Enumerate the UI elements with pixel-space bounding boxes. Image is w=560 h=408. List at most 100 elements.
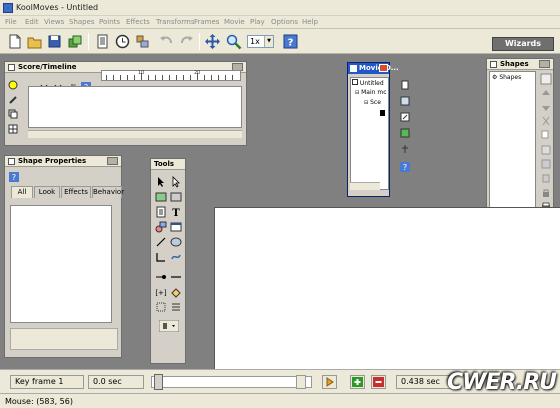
line-icon[interactable]: [155, 236, 167, 248]
menu-play[interactable]: Play: [250, 18, 265, 26]
time-start: 0.0 sec: [88, 375, 144, 389]
lock-icon[interactable]: [540, 187, 552, 199]
chevron-down-icon[interactable]: ▼: [264, 36, 273, 47]
frame-icon[interactable]: [380, 110, 385, 118]
clock-icon[interactable]: [8, 80, 18, 90]
properties-list[interactable]: [10, 205, 112, 323]
tree-node-scene[interactable]: ⊟ Sce: [364, 99, 381, 106]
green-export-icon[interactable]: [400, 128, 410, 138]
wizards-tab[interactable]: Wizards: [492, 37, 554, 51]
freehand-icon[interactable]: [170, 251, 182, 263]
new-file-icon[interactable]: [6, 33, 23, 50]
help-icon[interactable]: ?: [282, 33, 299, 50]
copy-icon[interactable]: [540, 129, 552, 141]
save-icon[interactable]: [46, 33, 63, 50]
tab-effects[interactable]: Effects: [61, 186, 91, 198]
close-icon[interactable]: [379, 64, 388, 72]
arrow-down-icon[interactable]: [540, 101, 552, 113]
open-folder-icon[interactable]: [26, 33, 43, 50]
select-arrow-icon[interactable]: [155, 176, 167, 188]
play-button[interactable]: [322, 375, 337, 389]
copy-icon[interactable]: [8, 109, 18, 119]
mouse-position: Mouse: (583, 56): [5, 397, 73, 406]
align-icon[interactable]: [170, 301, 182, 313]
list-item[interactable]: ⚙ Shapes: [492, 74, 521, 81]
redo-icon[interactable]: [178, 33, 195, 50]
remove-point-icon[interactable]: [170, 271, 182, 283]
menu-edit[interactable]: Edit: [25, 18, 39, 26]
save-icon[interactable]: [540, 158, 552, 170]
menu-options[interactable]: Options: [271, 18, 298, 26]
menu-help[interactable]: Help: [302, 18, 318, 26]
tab-look[interactable]: Look: [34, 186, 60, 198]
movie-tree[interactable]: Untitled ⊟ Main mc ⊟ Sce: [350, 77, 389, 190]
timeline-ruler[interactable]: 10 20: [101, 70, 241, 81]
tree-icon[interactable]: [400, 144, 410, 154]
tree-scrollbar[interactable]: [350, 182, 380, 190]
document-icon[interactable]: [94, 33, 111, 50]
shapes-panel: Shapes ⚙ Shapes: [486, 58, 554, 215]
list-icon[interactable]: [400, 96, 410, 106]
shapes-icon[interactable]: [155, 221, 167, 233]
undo-icon[interactable]: [158, 33, 175, 50]
page-icon[interactable]: [400, 80, 410, 90]
help-icon[interactable]: ?: [400, 162, 410, 172]
timeline-frame-area[interactable]: [28, 86, 242, 128]
list-icon[interactable]: [155, 206, 167, 218]
help-icon[interactable]: ?: [9, 172, 19, 182]
move-icon[interactable]: [204, 33, 221, 50]
grid-icon[interactable]: [8, 124, 18, 134]
library-icon[interactable]: [134, 33, 151, 50]
panel-checkbox[interactable]: [8, 158, 15, 165]
menu-views[interactable]: Views: [44, 18, 64, 26]
panel-checkbox[interactable]: [8, 64, 15, 71]
ellipse-icon[interactable]: [170, 236, 182, 248]
tab-all[interactable]: All: [11, 186, 33, 198]
edit-icon[interactable]: [400, 112, 410, 122]
zoom-select[interactable]: 1x ▼: [247, 35, 274, 48]
svg-text:?: ?: [12, 173, 16, 182]
clock-icon[interactable]: [114, 33, 131, 50]
timeline-scrollbar[interactable]: [28, 130, 242, 138]
image-edit-icon[interactable]: [170, 191, 182, 203]
zoom-icon[interactable]: [225, 33, 242, 50]
paint-select-icon[interactable]: [159, 320, 179, 332]
trash-icon[interactable]: [540, 172, 552, 184]
cut-icon[interactable]: [540, 115, 552, 127]
text-icon[interactable]: T: [170, 206, 182, 218]
pen-icon[interactable]: [8, 95, 18, 105]
shapes-list[interactable]: ⚙ Shapes: [489, 71, 536, 212]
arrow-up-icon[interactable]: [540, 88, 552, 100]
curve-icon[interactable]: [155, 251, 167, 263]
import-icon[interactable]: [66, 33, 83, 50]
menu-file[interactable]: File: [5, 18, 17, 26]
panel-checkbox[interactable]: [350, 65, 357, 72]
transform-icon[interactable]: [155, 301, 167, 313]
paste-icon[interactable]: [540, 144, 552, 156]
fill-icon[interactable]: [170, 286, 182, 298]
add-frame-button[interactable]: [350, 375, 365, 389]
group-icon[interactable]: [540, 73, 552, 85]
subselect-arrow-icon[interactable]: [170, 176, 182, 188]
menu-frames[interactable]: Frames: [194, 18, 219, 26]
frame-slider[interactable]: [151, 376, 312, 388]
bracket-icon[interactable]: [+]: [155, 286, 167, 298]
menu-points[interactable]: Points: [99, 18, 120, 26]
panel-checkbox[interactable]: [490, 61, 497, 68]
window-icon[interactable]: [170, 221, 182, 233]
menu-effects[interactable]: Effects: [126, 18, 150, 26]
panel-minimize-button[interactable]: [539, 60, 550, 68]
menu-transforms[interactable]: Transforms: [156, 18, 194, 26]
add-point-icon[interactable]: [155, 271, 167, 283]
menu-shapes[interactable]: Shapes: [69, 18, 95, 26]
tab-behavior[interactable]: Behavior: [92, 186, 124, 198]
panel-minimize-button[interactable]: [107, 157, 118, 165]
slider-end-button[interactable]: [296, 375, 306, 389]
image-icon[interactable]: [155, 191, 167, 203]
tree-node-root[interactable]: Untitled: [352, 79, 384, 87]
stage-canvas[interactable]: [214, 207, 560, 370]
tree-node-main[interactable]: ⊟ Main mc: [355, 89, 387, 96]
menu-movie[interactable]: Movie: [224, 18, 245, 26]
remove-frame-button[interactable]: [371, 375, 386, 389]
frame-slider-thumb[interactable]: [154, 374, 163, 390]
